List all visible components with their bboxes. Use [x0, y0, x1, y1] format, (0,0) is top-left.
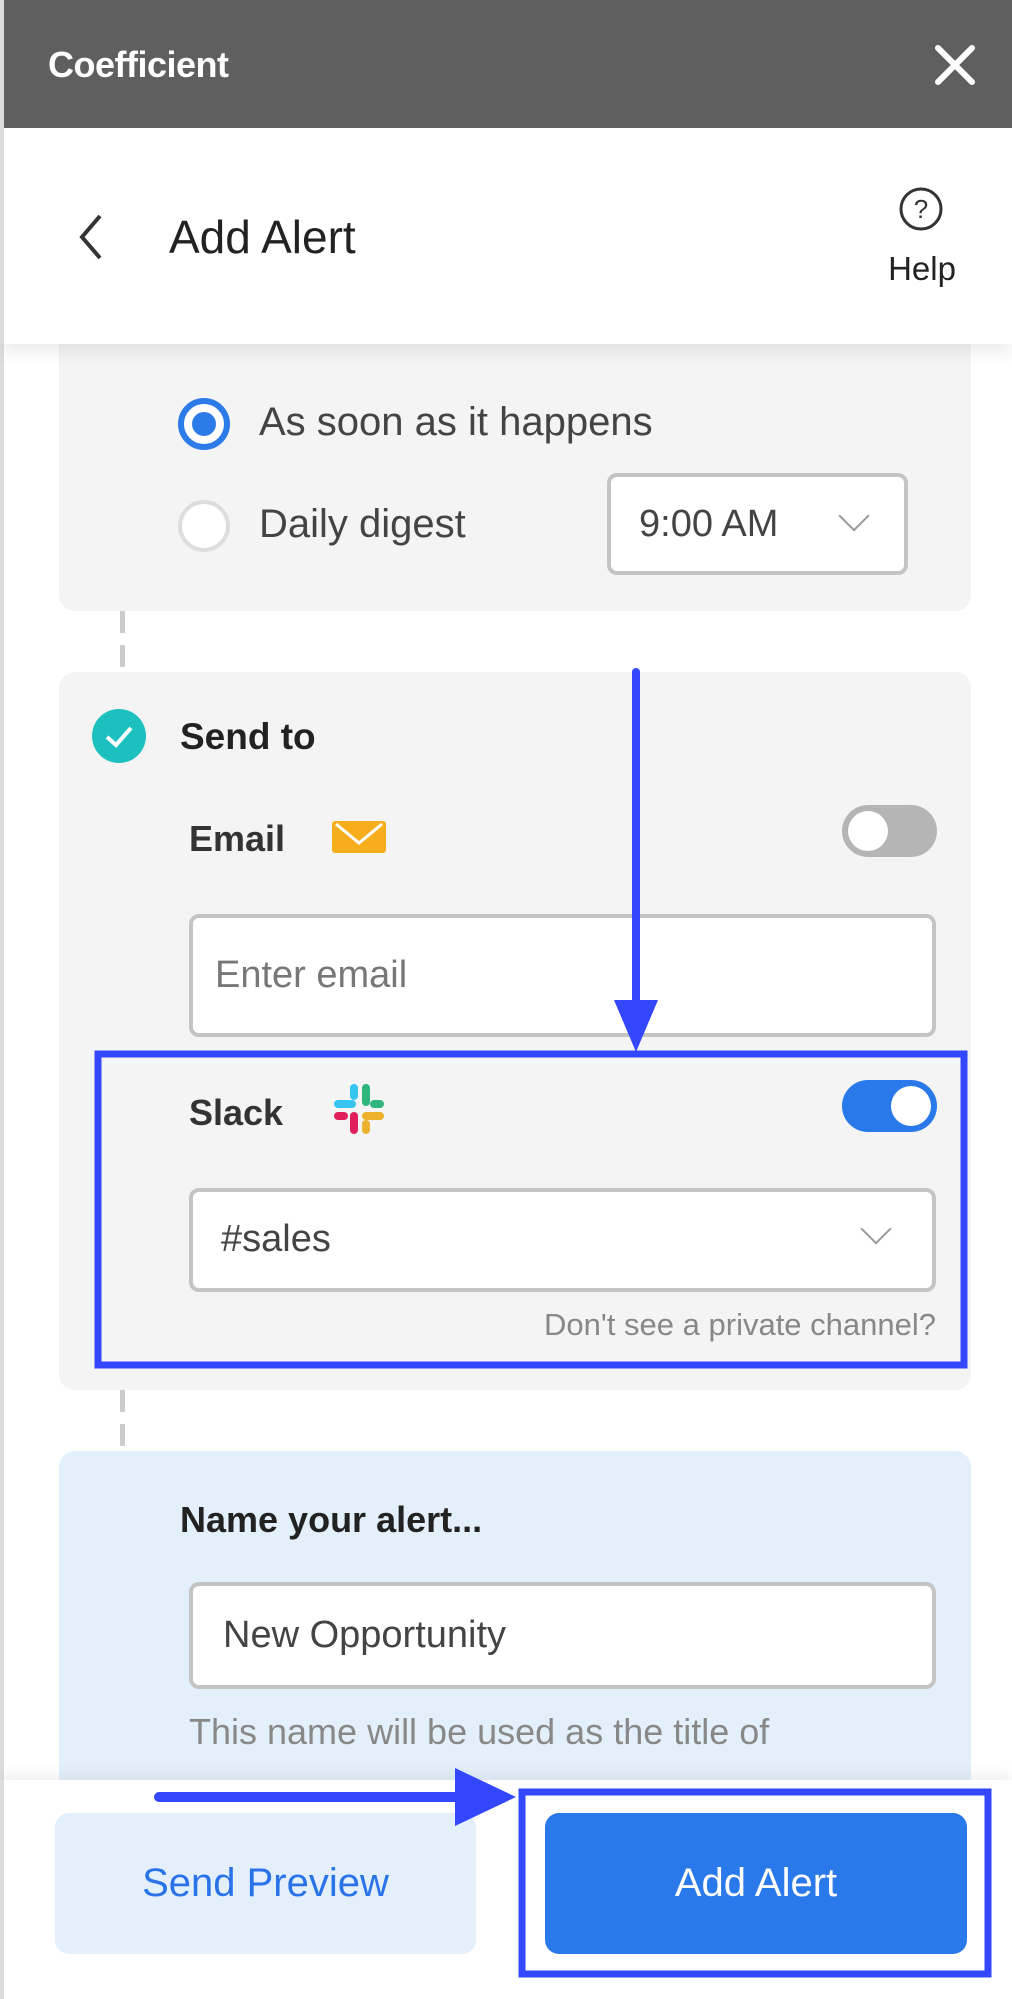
- slack-channel-value: #sales: [221, 1218, 331, 1260]
- add-alert-button[interactable]: Add Alert: [545, 1813, 967, 1954]
- alert-name-input[interactable]: New Opportunity: [189, 1582, 936, 1689]
- send-preview-button[interactable]: Send Preview: [55, 1813, 476, 1954]
- chevron-down-icon: [860, 1213, 892, 1245]
- private-channel-link[interactable]: Don't see a private channel?: [544, 1307, 936, 1343]
- slack-icon: [334, 1084, 384, 1134]
- frequency-card: As soon as it happens Daily digest 9:00 …: [59, 344, 971, 611]
- email-input[interactable]: Enter email: [189, 914, 936, 1037]
- send-to-title: Send to: [180, 716, 316, 757]
- send-to-card: Send to Email Enter email Slack #sales D…: [59, 672, 971, 1390]
- step-connector: [120, 611, 125, 672]
- email-icon: [332, 821, 386, 853]
- time-value: 9:00 AM: [639, 503, 779, 545]
- close-icon[interactable]: [930, 40, 980, 90]
- help-button[interactable]: Help: [880, 250, 964, 288]
- check-circle-icon: [92, 709, 146, 763]
- slack-toggle[interactable]: [842, 1080, 937, 1132]
- radio-label: Daily digest: [259, 502, 466, 546]
- time-select[interactable]: 9:00 AM: [607, 473, 908, 575]
- alert-name-value: New Opportunity: [223, 1614, 507, 1656]
- radio-daily-digest[interactable]: [178, 500, 230, 552]
- name-alert-title: Name your alert...: [180, 1499, 483, 1540]
- app-title: Coefficient: [48, 44, 229, 85]
- help-icon[interactable]: ?: [898, 186, 944, 232]
- name-alert-card: Name your alert... New Opportunity This …: [59, 1451, 971, 1780]
- radio-as-soon-as-it-happens[interactable]: [178, 398, 230, 450]
- svg-text:?: ?: [914, 194, 928, 224]
- radio-label: As soon as it happens: [259, 400, 653, 444]
- slack-label: Slack: [189, 1092, 284, 1133]
- chevron-down-icon: [838, 500, 870, 532]
- page-title: Add Alert: [169, 211, 356, 263]
- step-connector: [120, 1390, 125, 1451]
- back-chevron-icon[interactable]: [76, 210, 106, 264]
- page-header: [0, 128, 1012, 344]
- email-placeholder: Enter email: [215, 954, 408, 996]
- alert-form: As soon as it happens Daily digest 9:00 …: [0, 344, 1012, 1780]
- alert-name-helper: This name will be used as the title of: [189, 1711, 770, 1752]
- slack-channel-select[interactable]: #sales: [189, 1188, 936, 1292]
- email-toggle[interactable]: [842, 805, 937, 857]
- email-label: Email: [189, 818, 286, 859]
